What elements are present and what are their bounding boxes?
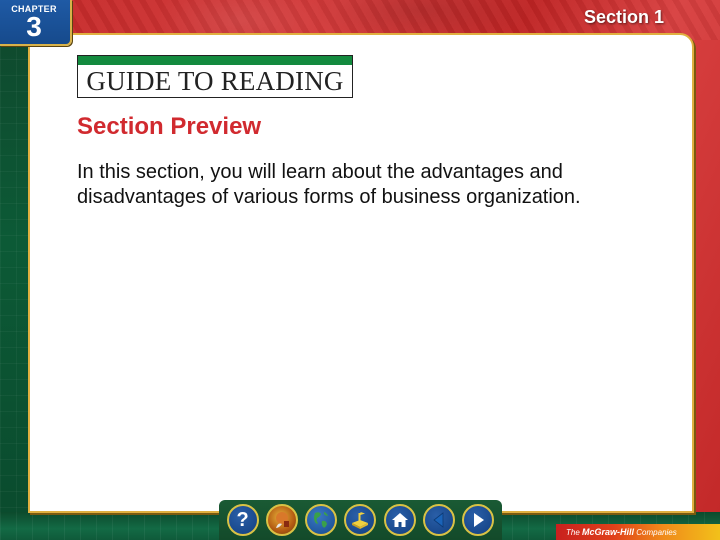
publisher-prefix: The [566, 528, 580, 537]
globe-icon [314, 512, 329, 528]
previous-arrow-icon [433, 512, 444, 528]
guide-to-reading-banner: GUIDE TO READING [77, 55, 353, 98]
publisher-name: McGraw-Hill [582, 527, 635, 537]
publisher-suffix: Companies [636, 528, 677, 537]
section-label: Section 1 [583, 7, 664, 27]
previous-button[interactable] [423, 504, 456, 536]
question-icon: ? [236, 508, 249, 531]
banner-text: GUIDE TO READING [86, 66, 344, 96]
chapter-number: 3 [26, 11, 42, 42]
banner-stripe [78, 56, 352, 65]
resource-manager-button[interactable] [344, 504, 377, 536]
reference-button[interactable] [265, 504, 298, 536]
content-panel [28, 33, 694, 513]
joystick-icon [352, 512, 369, 529]
navigation-bar: ? [219, 500, 502, 540]
next-arrow-icon [474, 513, 485, 527]
next-button[interactable] [462, 504, 495, 536]
section-body: In this section, you will learn about th… [77, 161, 581, 208]
chapter-badge: CHAPTER 3 [0, 0, 72, 46]
home-icon [391, 513, 408, 527]
home-button[interactable] [383, 504, 416, 536]
help-button[interactable]: ? [226, 504, 259, 536]
world-button[interactable] [305, 504, 338, 536]
reference-library-icon [275, 512, 289, 528]
section-title: Section Preview [77, 113, 262, 140]
left-green-strip [0, 40, 30, 540]
publisher-logo: The McGraw-Hill Companies [556, 524, 720, 540]
